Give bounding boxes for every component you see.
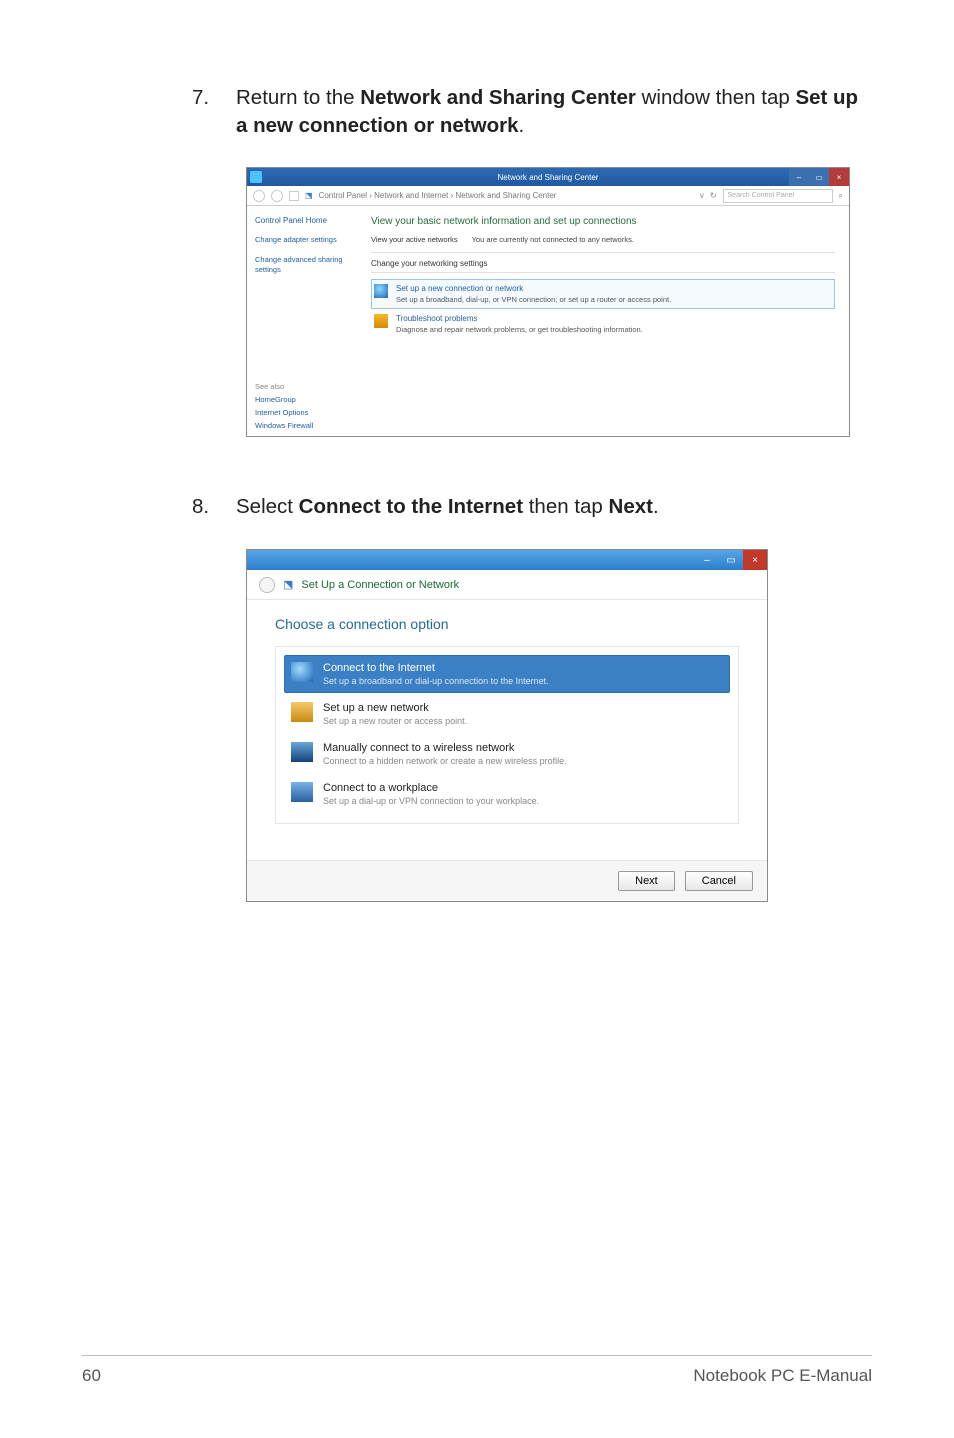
up-icon[interactable] — [289, 191, 299, 201]
link-windows-firewall[interactable]: Windows Firewall — [255, 421, 313, 430]
wizard-title: Set Up a Connection or Network — [301, 579, 459, 591]
option-setup-new-network[interactable]: Set up a new network Set up a new router… — [284, 695, 730, 733]
sidebar: Control Panel Home Change adapter settin… — [247, 206, 365, 436]
step-8-number: 8. — [82, 493, 236, 521]
active-networks-msg: You are currently not connected to any n… — [472, 235, 634, 244]
maximize-button[interactable]: ▭ — [809, 168, 829, 186]
cancel-button[interactable]: Cancel — [685, 871, 753, 891]
page-footer: 60 Notebook PC E-Manual — [82, 1355, 872, 1386]
monitor-icon — [291, 742, 313, 762]
step-7: 7. Return to the Network and Sharing Cen… — [82, 84, 872, 139]
back-icon[interactable] — [253, 190, 265, 202]
screenshot-network-sharing-center: Network and Sharing Center – ▭ × ⬔ Contr… — [246, 167, 850, 437]
sidebar-home[interactable]: Control Panel Home — [255, 216, 357, 225]
active-networks-label: View your active networks — [371, 235, 458, 244]
globe-icon — [291, 662, 313, 682]
option-connect-workplace[interactable]: Connect to a workplace Set up a dial-up … — [284, 775, 730, 813]
search-icon[interactable]: ⌕ — [839, 191, 843, 201]
troubleshoot-icon — [374, 314, 388, 328]
back-icon[interactable] — [259, 577, 275, 593]
wizard-titlebar: – ▭ × — [247, 550, 767, 570]
link-internet-options[interactable]: Internet Options — [255, 408, 313, 417]
close-button[interactable]: × — [743, 550, 767, 570]
window-title: Network and Sharing Center — [498, 173, 599, 182]
option-troubleshoot[interactable]: Troubleshoot problems Diagnose and repai… — [371, 309, 835, 339]
step-8-text: Select Connect to the Internet then tap … — [236, 493, 872, 521]
wizard-header: ⬔ Set Up a Connection or Network — [247, 570, 767, 600]
page-number: 60 — [82, 1366, 101, 1386]
globe-icon — [374, 284, 388, 298]
next-button[interactable]: Next — [618, 871, 675, 891]
close-button[interactable]: × — [829, 168, 849, 186]
address-bar: ⬔ Control Panel › Network and Internet ›… — [247, 186, 849, 206]
step-7-number: 7. — [82, 84, 236, 139]
see-also-label: See also — [255, 382, 313, 391]
panel-heading: View your basic network information and … — [371, 216, 835, 227]
link-homegroup[interactable]: HomeGroup — [255, 395, 313, 404]
search-input[interactable]: Search Control Panel — [723, 189, 833, 203]
screenshot-setup-connection-wizard: – ▭ × ⬔ Set Up a Connection or Network C… — [246, 549, 768, 902]
sidebar-adapter-settings[interactable]: Change adapter settings — [255, 235, 357, 245]
step-8: 8. Select Connect to the Internet then t… — [82, 493, 872, 521]
window-titlebar: Network and Sharing Center – ▭ × — [247, 168, 849, 186]
sidebar-advanced-sharing[interactable]: Change advanced sharing settings — [255, 255, 357, 275]
option-manual-wireless[interactable]: Manually connect to a wireless network C… — [284, 735, 730, 773]
option-connect-internet[interactable]: Connect to the Internet Set up a broadba… — [284, 655, 730, 693]
main-panel: View your basic network information and … — [365, 206, 849, 436]
option-setup-new-connection[interactable]: Set up a new connection or network Set u… — [371, 279, 835, 309]
wizard-heading: Choose a connection option — [275, 616, 739, 632]
app-icon — [250, 171, 262, 183]
minimize-button[interactable]: – — [789, 168, 809, 186]
change-settings-label: Change your networking settings — [371, 259, 835, 268]
maximize-button[interactable]: ▭ — [719, 550, 743, 570]
router-icon — [291, 702, 313, 722]
forward-icon[interactable] — [271, 190, 283, 202]
wizard-icon: ⬔ — [283, 578, 293, 591]
footer-label: Notebook PC E-Manual — [693, 1366, 872, 1386]
breadcrumb[interactable]: Control Panel › Network and Internet › N… — [319, 191, 694, 200]
minimize-button[interactable]: – — [695, 550, 719, 570]
step-7-text: Return to the Network and Sharing Center… — [236, 84, 872, 139]
connection-options-list: Connect to the Internet Set up a broadba… — [275, 646, 739, 824]
building-icon — [291, 782, 313, 802]
